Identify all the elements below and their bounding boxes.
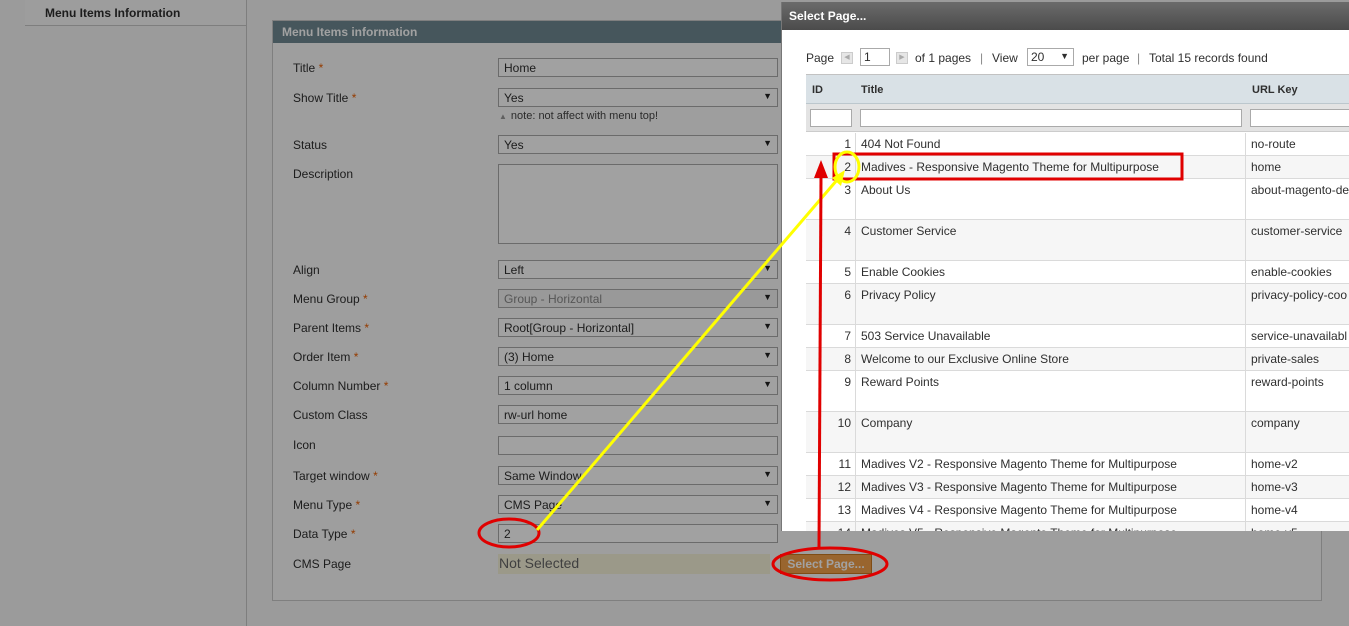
- yellow-arrow-line: [535, 179, 839, 531]
- highlight-select-button-ellipse: [771, 546, 889, 582]
- highlight-data-type-ellipse: [477, 517, 541, 549]
- red-arrow-head: [814, 160, 828, 178]
- annotation-layer: [477, 150, 1184, 582]
- highlight-row-2-box: [832, 152, 1184, 181]
- red-arrow-line: [817, 175, 823, 549]
